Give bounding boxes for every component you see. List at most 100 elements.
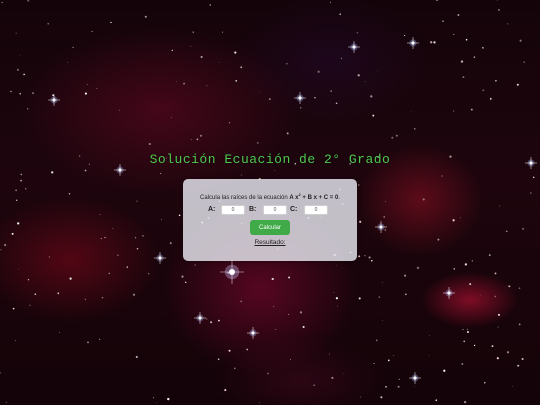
star: [57, 292, 60, 295]
equation-period: .: [338, 195, 340, 201]
star: [275, 329, 277, 331]
star: [466, 330, 470, 334]
star: [473, 344, 476, 347]
star: [464, 263, 468, 266]
star: [405, 293, 407, 296]
star: [136, 247, 139, 250]
star: [259, 402, 260, 403]
star: [194, 264, 196, 266]
star: [505, 230, 508, 233]
star: [18, 268, 19, 270]
star: [51, 171, 54, 174]
star: [153, 397, 155, 399]
star: [372, 114, 375, 117]
star: [340, 57, 343, 60]
star: [336, 305, 338, 307]
star: [192, 31, 194, 33]
coefficient-a-input[interactable]: [221, 205, 245, 215]
bright-star: [348, 41, 360, 53]
star: [19, 54, 21, 56]
star: [256, 141, 259, 144]
star: [16, 199, 18, 201]
star: [272, 305, 275, 308]
star: [414, 128, 416, 130]
coefficient-row: A: B: C:: [183, 205, 357, 217]
star: [508, 285, 511, 288]
star: [387, 359, 390, 362]
star: [228, 349, 231, 352]
bright-star: [154, 252, 166, 264]
star: [290, 358, 291, 360]
equation-rest: + B x + C = 0: [300, 195, 339, 201]
star: [437, 238, 440, 241]
star: [453, 110, 455, 112]
star: [489, 98, 492, 100]
star: [518, 287, 521, 290]
star: [383, 216, 385, 218]
star: [299, 311, 303, 314]
star: [117, 254, 119, 257]
bright-star: [407, 37, 419, 49]
star: [339, 13, 341, 15]
star: [200, 55, 203, 59]
star: [29, 304, 31, 307]
star: [488, 254, 491, 257]
star: [384, 229, 387, 231]
coefficient-c-input[interactable]: [304, 205, 328, 215]
star: [497, 326, 499, 328]
star: [442, 20, 444, 22]
star: [286, 132, 289, 135]
coefficient-b-input[interactable]: [263, 205, 287, 215]
star: [14, 340, 16, 341]
star: [368, 256, 371, 259]
star: [385, 201, 386, 203]
star: [469, 283, 472, 286]
star: [240, 300, 243, 303]
star: [335, 297, 338, 300]
star: [530, 192, 532, 194]
bright-star: [294, 92, 306, 104]
equation-form-card: Calcula las raíces de la ecuación A x2 +…: [183, 179, 357, 261]
star: [333, 291, 335, 293]
calculate-button[interactable]: Calcular: [250, 220, 290, 235]
star: [523, 61, 525, 63]
star: [441, 175, 443, 177]
star: [181, 275, 184, 278]
star: [435, 399, 438, 402]
star: [532, 176, 535, 179]
star: [285, 62, 288, 65]
star: [20, 179, 23, 182]
star: [235, 80, 238, 82]
star: [190, 139, 192, 141]
star: [142, 235, 144, 237]
star: [517, 364, 520, 367]
star: [336, 265, 337, 266]
star: [519, 39, 522, 42]
star: [58, 331, 60, 333]
star: [460, 60, 464, 63]
star: [169, 242, 172, 244]
star: [359, 220, 362, 223]
star: [84, 298, 86, 300]
star: [452, 219, 455, 222]
coefficient-c-label: C:: [290, 206, 298, 213]
star: [378, 296, 381, 298]
star: [10, 90, 12, 93]
star: [16, 68, 19, 71]
star: [84, 92, 87, 95]
equation-a-term: A x: [289, 195, 299, 201]
bright-star: [220, 260, 244, 284]
star: [466, 328, 468, 330]
star: [96, 88, 98, 90]
star: [268, 98, 271, 101]
result-label: Resultado:: [254, 239, 286, 246]
star: [516, 83, 519, 86]
star: [497, 8, 501, 11]
star: [112, 228, 114, 229]
star: [480, 295, 481, 297]
star: [416, 266, 420, 270]
star: [67, 62, 69, 64]
star: [205, 318, 208, 320]
star: [495, 79, 497, 82]
star: [370, 259, 373, 262]
